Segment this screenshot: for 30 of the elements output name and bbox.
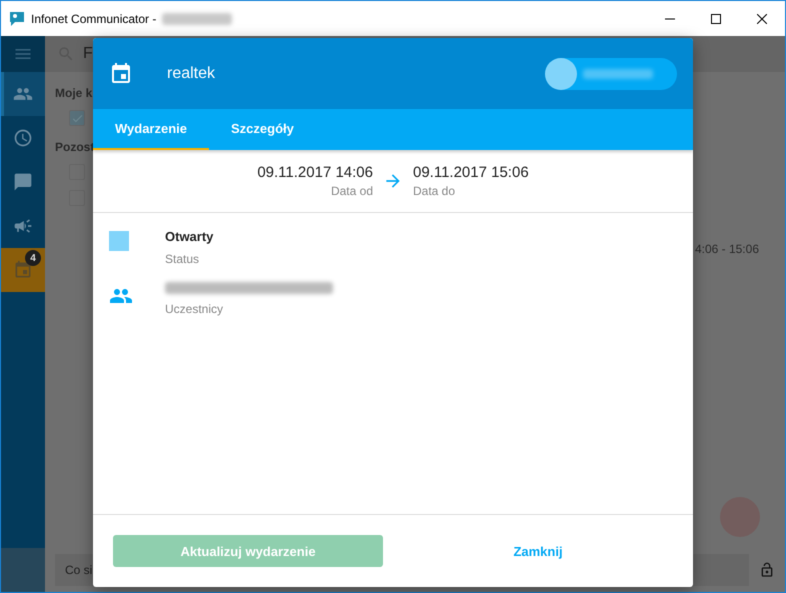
notification-badge: 4 — [25, 250, 41, 266]
checkbox[interactable] — [69, 110, 85, 126]
start-date-label: Data od — [330, 184, 373, 198]
tab[interactable]: Szczegóły — [209, 109, 316, 150]
end-date: 09.11.2017 15:06 — [413, 164, 529, 181]
close-icon — [757, 14, 767, 24]
section-heading: Pozost — [55, 140, 96, 154]
lock-icon[interactable] — [759, 562, 775, 578]
calendar-icon — [109, 62, 133, 86]
close-dialog-button[interactable]: Zamknij — [403, 535, 673, 567]
status-label: Status — [165, 252, 200, 266]
event-time: 4:06 - 15:06 — [694, 242, 759, 256]
clock-icon — [13, 128, 33, 148]
user-chip[interactable] — [545, 58, 677, 90]
dialog-title: realtek — [167, 64, 216, 82]
blurred-user-name — [162, 12, 232, 24]
sidebar-item[interactable] — [1, 72, 45, 116]
avatar-placeholder — [1, 548, 45, 592]
status-value: Otwarty — [165, 229, 214, 244]
tab[interactable]: Wydarzenie — [93, 109, 210, 150]
maximize-icon — [711, 14, 721, 24]
section-heading: Moje k — [55, 86, 94, 100]
speech-bubble-icon — [13, 172, 33, 192]
participants-label: Uczestnicy — [165, 302, 224, 316]
sidebar-item[interactable]: 4 — [1, 248, 45, 292]
window-title: Infonet Communicator - — [31, 12, 156, 26]
search-field[interactable]: F — [83, 45, 93, 63]
app-logo-icon — [9, 10, 25, 26]
start-date: 09.11.2017 14:06 — [257, 164, 373, 181]
end-date-label: Data do — [413, 184, 456, 198]
